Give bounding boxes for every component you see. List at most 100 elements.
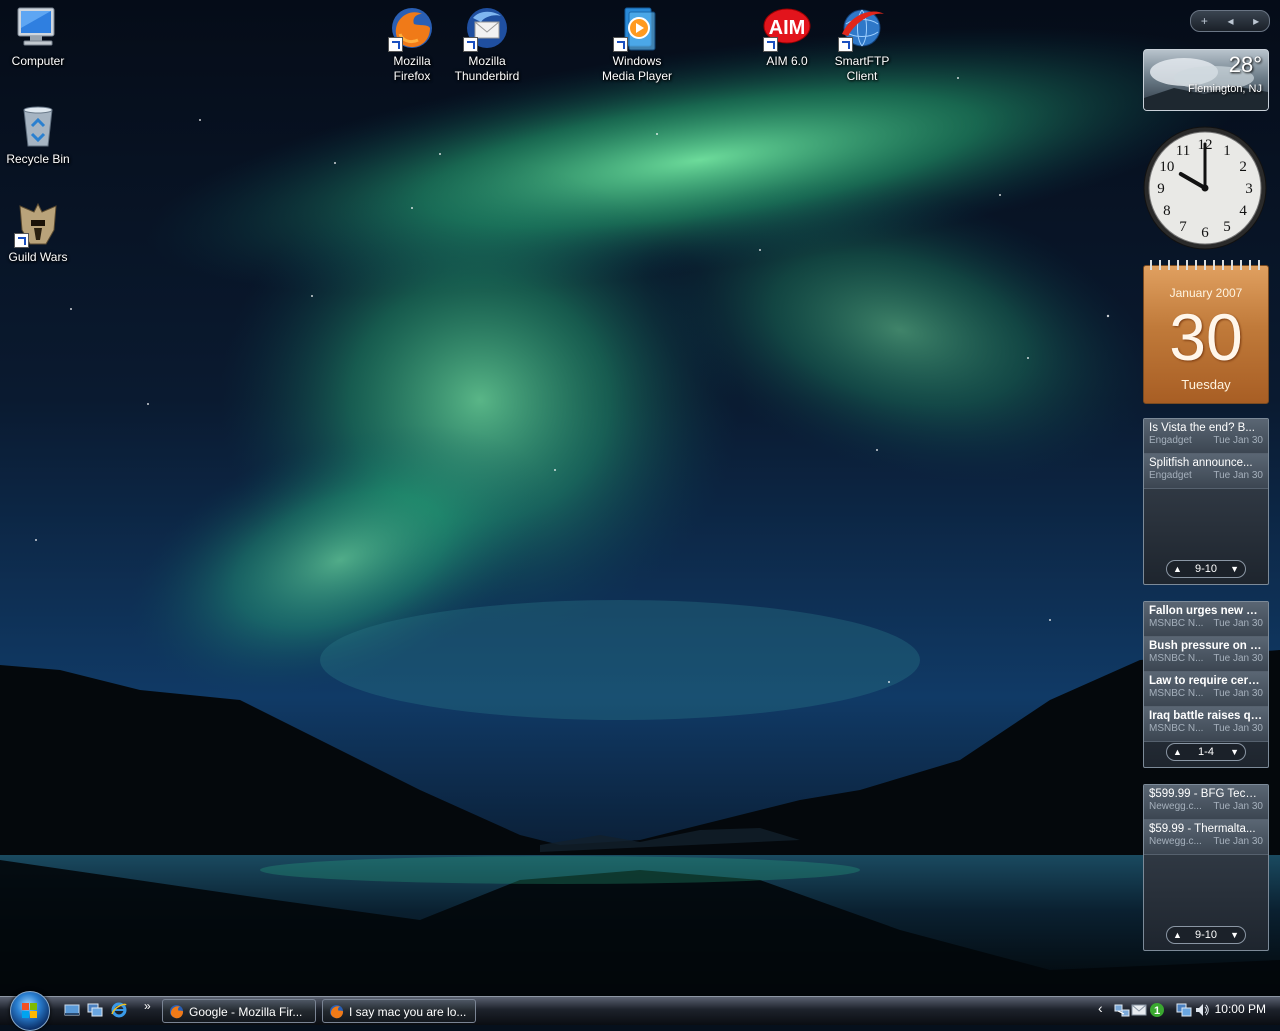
pager-down-button[interactable]: ▼ <box>1230 564 1239 574</box>
display-icon[interactable] <box>1176 1002 1192 1018</box>
desktop-icon-label: Recycle Bin <box>6 152 70 166</box>
internet-explorer-icon[interactable] <box>111 1002 127 1018</box>
feed-item[interactable]: Bush pressure on cli... MSNBC N... Tue Ja… <box>1144 637 1268 672</box>
sidebar-controls: + ◂ ▸ <box>1190 10 1270 32</box>
next-page-button[interactable]: ▸ <box>1253 14 1259 28</box>
feed-pager: ▲ 1-4 ▼ <box>1166 743 1246 761</box>
clock-numeral: 1 <box>1223 143 1231 159</box>
pager-up-button[interactable]: ▲ <box>1173 747 1182 757</box>
desktop-icon-media-player[interactable]: Windows Media Player <box>599 4 675 84</box>
network-icon[interactable] <box>1114 1002 1130 1018</box>
desktop-icon-label: AIM 6.0 <box>766 54 808 68</box>
feed-item-date: Tue Jan 30 <box>1213 435 1263 446</box>
feed-headlines-gadget[interactable]: $599.99 - BFG Tech ... Newegg.c... Tue Ja… <box>1143 784 1269 951</box>
feed-item[interactable]: Law to require cervic... MSNBC N... Tue J… <box>1144 672 1268 707</box>
recycle-bin-icon <box>14 102 62 150</box>
firefox-icon <box>388 4 436 52</box>
feed-item[interactable]: Fallon urges new act... MSNBC N... Tue Ja… <box>1144 602 1268 637</box>
firefox-icon <box>329 1004 344 1019</box>
feed-item[interactable]: $59.99 - Thermalta... Newegg.c... Tue Jan… <box>1144 820 1268 855</box>
pager-range: 9-10 <box>1194 929 1218 941</box>
taskbar-button-label: I say mac you are lo... <box>349 1005 467 1019</box>
pager-down-button[interactable]: ▼ <box>1230 930 1239 940</box>
desktop-icon-computer[interactable]: Computer <box>0 4 76 69</box>
mail-icon[interactable] <box>1131 1002 1147 1018</box>
feed-item[interactable]: Is Vista the end? B... Engadget Tue Jan 3… <box>1144 419 1268 454</box>
taskbar-button-label: Google - Mozilla Fir... <box>189 1005 303 1019</box>
pager-up-button[interactable]: ▲ <box>1173 564 1182 574</box>
pager-range: 9-10 <box>1194 563 1218 575</box>
desktop-icon-label: Guild Wars <box>8 250 68 264</box>
calendar-rings <box>1150 260 1262 270</box>
taskbar: » Google - Mozilla Fir... I say mac you … <box>0 991 1280 1031</box>
start-button[interactable] <box>10 991 50 1031</box>
desktop-icon-aim[interactable]: AIM AIM 6.0 <box>749 4 825 69</box>
svg-text:1: 1 <box>1154 1005 1160 1017</box>
weather-gadget[interactable]: 28° Flemington, NJ <box>1143 49 1269 111</box>
calendar-gadget[interactable]: January 2007 30 Tuesday <box>1143 260 1269 404</box>
desktop-icon-firefox[interactable]: Mozilla Firefox <box>374 4 450 84</box>
feed-item[interactable]: Iraq battle raises que... MSNBC N... Tue … <box>1144 707 1268 742</box>
shortcut-arrow-icon <box>763 37 778 52</box>
feed-item-title: Bush pressure on cli... <box>1149 640 1263 652</box>
media-player-icon <box>613 4 661 52</box>
feed-item-source: MSNBC N... <box>1149 653 1204 664</box>
clock-numeral: 4 <box>1239 203 1247 219</box>
desktop-icon-guild-wars[interactable]: Guild Wars <box>0 200 76 265</box>
desktop-icon-thunderbird[interactable]: Mozilla Thunderbird <box>449 4 525 84</box>
feed-item-title: Iraq battle raises que... <box>1149 710 1263 722</box>
feed-item[interactable]: Splitfish announce... Engadget Tue Jan 30 <box>1144 454 1268 489</box>
feed-item-source: Engadget <box>1149 470 1192 481</box>
analog-clock: 121234567891011 <box>1143 126 1267 250</box>
feed-item-title: Law to require cervic... <box>1149 675 1263 687</box>
feed-item[interactable]: $599.99 - BFG Tech ... Newegg.c... Tue Ja… <box>1144 785 1268 820</box>
volume-icon[interactable] <box>1194 1002 1210 1018</box>
feed-pager: ▲ 9-10 ▼ <box>1166 560 1246 578</box>
feed-headlines-gadget[interactable]: Is Vista the end? B... Engadget Tue Jan 3… <box>1143 418 1269 585</box>
feed-item-date: Tue Jan 30 <box>1213 688 1263 699</box>
feed-headlines-gadget[interactable]: Fallon urges new act... MSNBC N... Tue Ja… <box>1143 601 1269 768</box>
feed-item-source: Engadget <box>1149 435 1192 446</box>
clock-numeral: 6 <box>1201 225 1209 241</box>
feed-item-date: Tue Jan 30 <box>1213 723 1263 734</box>
clock-gadget[interactable]: 121234567891011 <box>1143 125 1267 251</box>
feed-item-title: $59.99 - Thermalta... <box>1149 823 1256 835</box>
feed-item-title: Is Vista the end? B... <box>1149 422 1255 434</box>
taskbar-button[interactable]: I say mac you are lo... <box>322 999 476 1023</box>
clock-numeral: 5 <box>1223 219 1231 235</box>
feed-item-date: Tue Jan 30 <box>1213 836 1263 847</box>
pager-down-button[interactable]: ▼ <box>1230 747 1239 757</box>
svg-text:AIM: AIM <box>769 17 806 39</box>
calendar-day: 30 <box>1169 300 1243 374</box>
update-icon[interactable]: 1 <box>1149 1002 1165 1018</box>
feed-item-date: Tue Jan 30 <box>1213 470 1263 481</box>
clock-numeral: 10 <box>1159 159 1174 175</box>
windows-logo-icon <box>22 1003 37 1018</box>
pager-range: 1-4 <box>1198 746 1214 758</box>
shortcut-arrow-icon <box>838 37 853 52</box>
clock-numeral: 9 <box>1157 181 1165 197</box>
feed-item-source: Newegg.c... <box>1149 836 1202 847</box>
desktop-icon-label: Computer <box>11 54 65 68</box>
desktop-icon-recycle-bin[interactable]: Recycle Bin <box>0 102 76 167</box>
desktop-icon-label: Mozilla Firefox <box>393 54 431 83</box>
show-desktop-icon[interactable] <box>64 1002 80 1018</box>
tray-clock[interactable]: 10:00 PM <box>1215 1002 1266 1016</box>
clock-numeral: 8 <box>1163 203 1171 219</box>
feed-item-title: Splitfish announce... <box>1149 457 1253 469</box>
add-gadget-button[interactable]: + <box>1201 14 1208 28</box>
pager-up-button[interactable]: ▲ <box>1173 930 1182 940</box>
taskbar-button[interactable]: Google - Mozilla Fir... <box>162 999 316 1023</box>
smartftp-icon <box>838 4 886 52</box>
previous-page-button[interactable]: ◂ <box>1227 14 1233 28</box>
weather-temperature: 28° <box>1228 52 1262 77</box>
clock-numeral: 7 <box>1179 219 1187 235</box>
switch-windows-icon[interactable] <box>87 1002 103 1018</box>
clock-numeral: 11 <box>1176 143 1190 159</box>
feed-item-source: MSNBC N... <box>1149 688 1204 699</box>
tray-expand-chevron[interactable]: ‹ <box>1098 1000 1103 1016</box>
thunderbird-icon <box>463 4 511 52</box>
quick-launch-chevron[interactable]: » <box>144 999 151 1013</box>
desktop-icon-smartftp[interactable]: SmartFTP Client <box>824 4 900 84</box>
guild-wars-icon <box>14 200 62 248</box>
